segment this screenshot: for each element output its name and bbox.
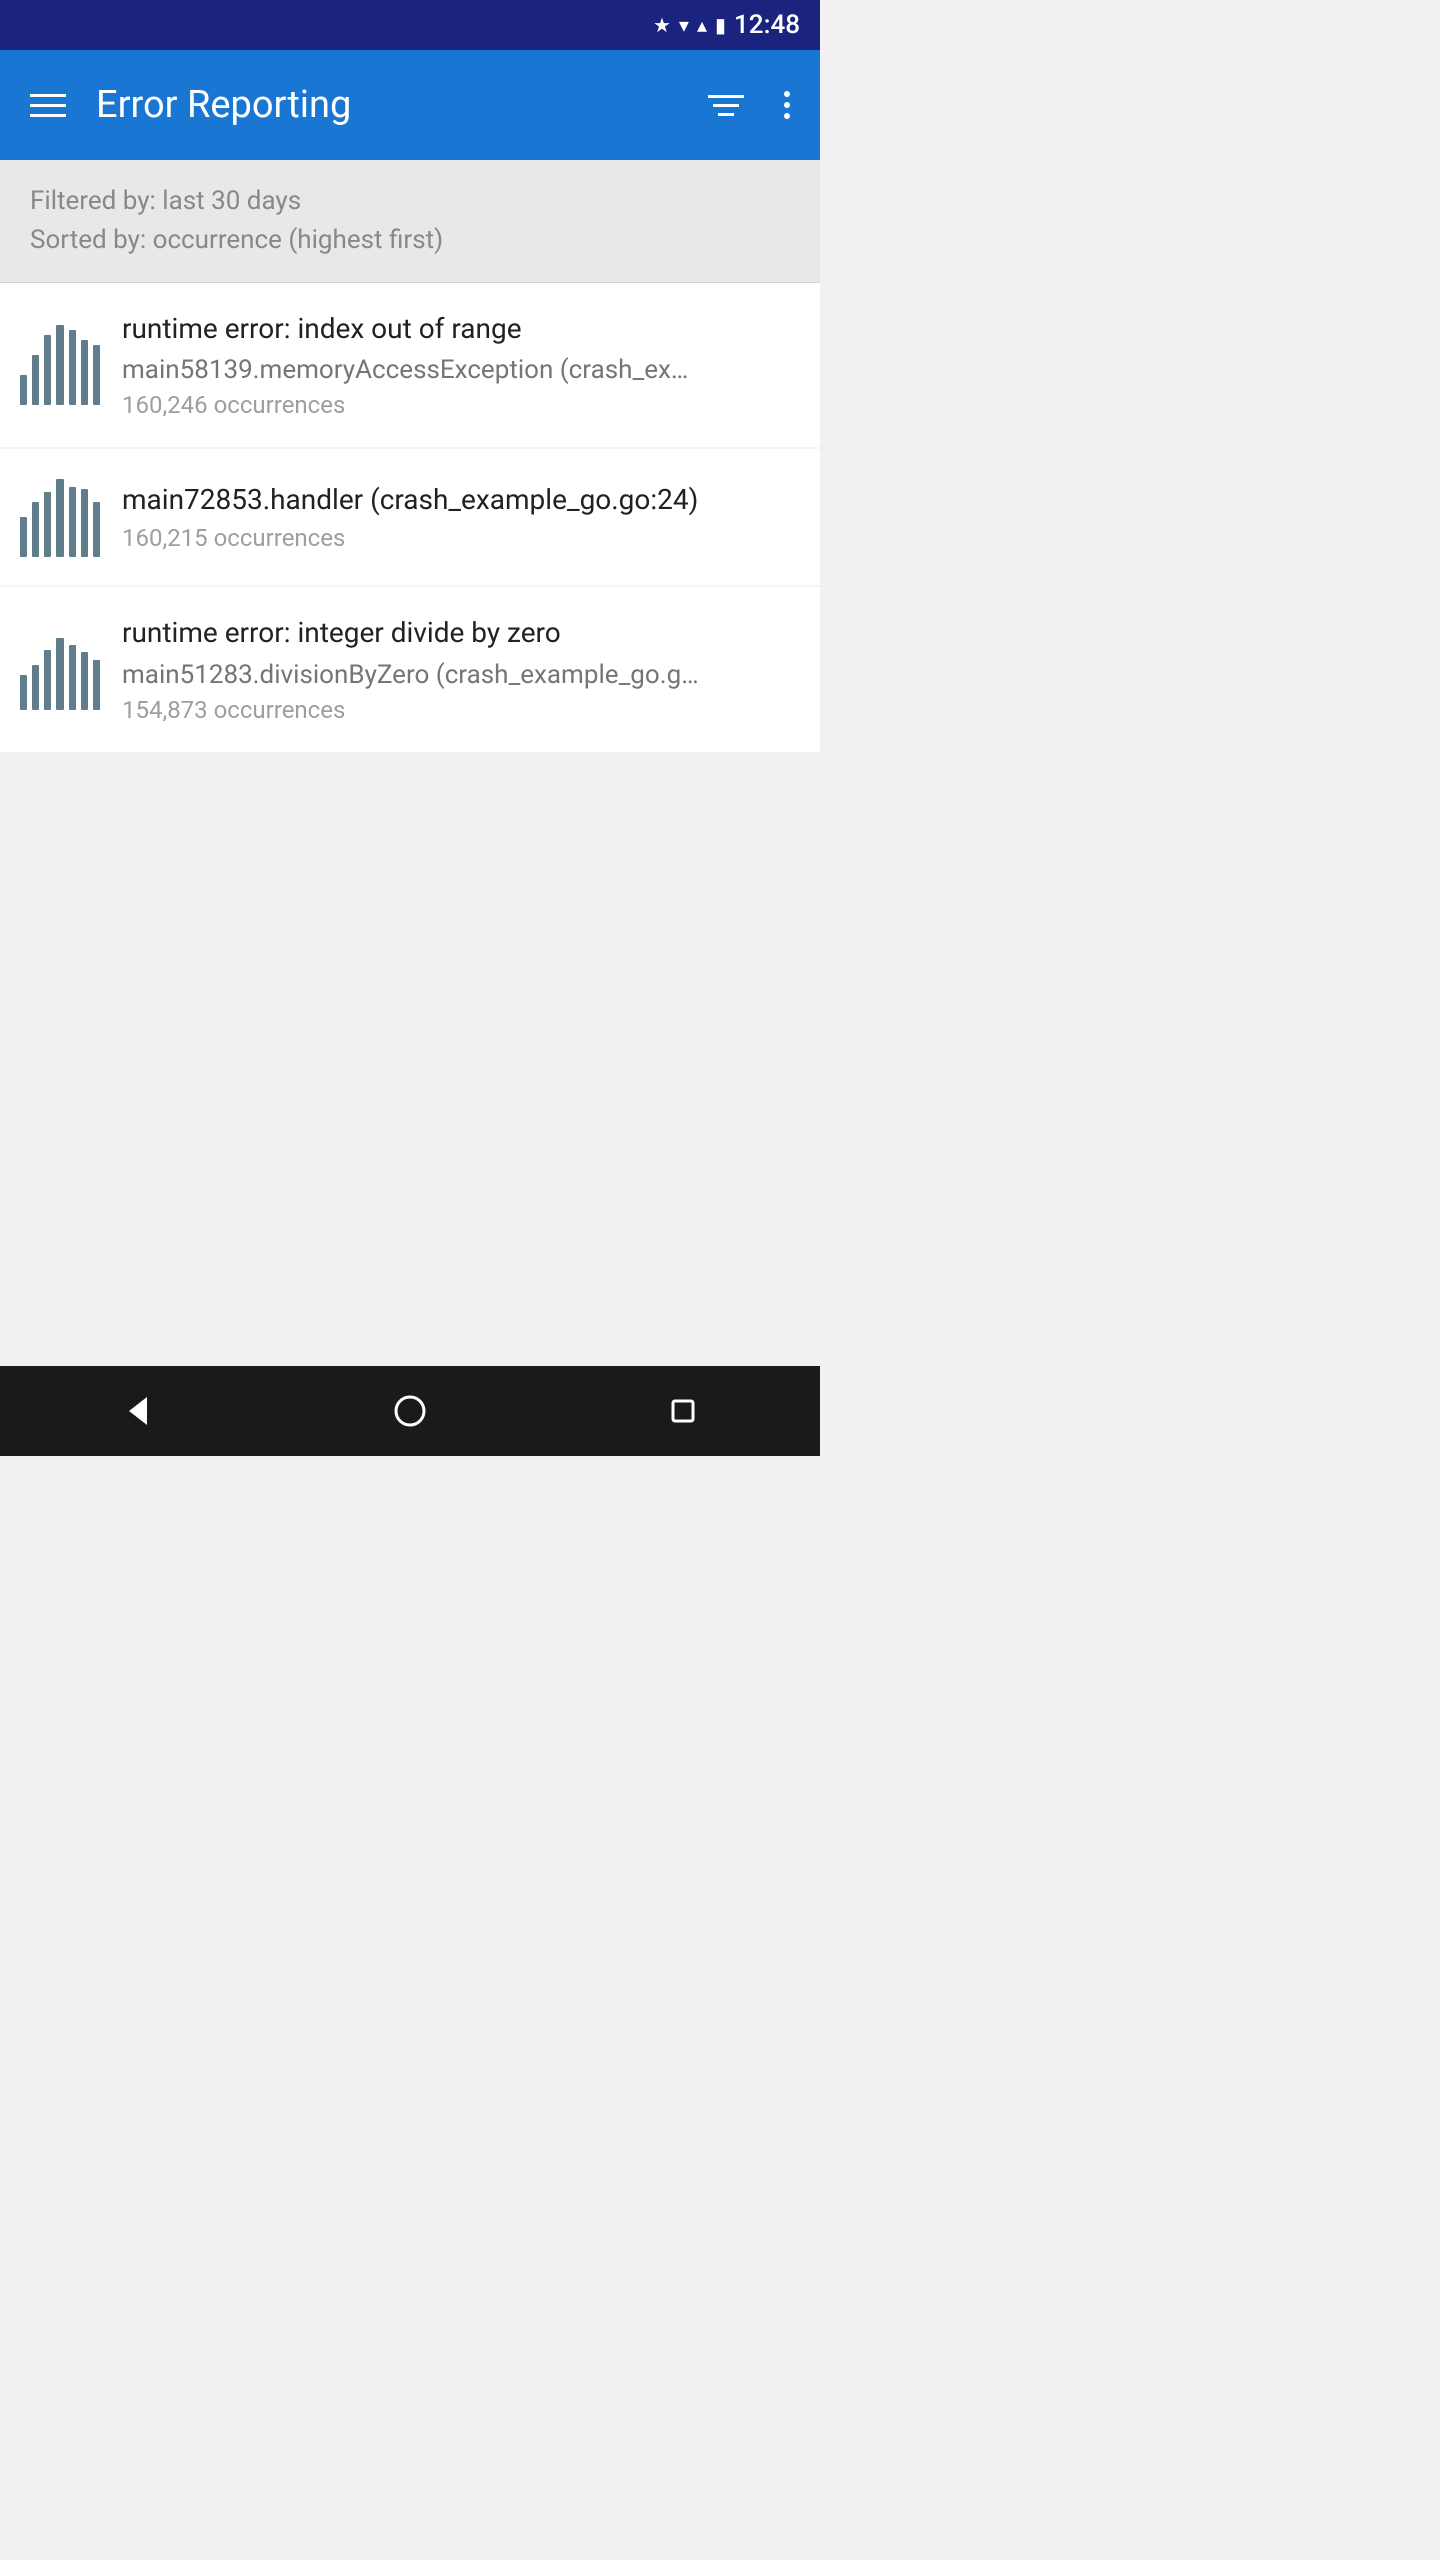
app-bar: Error Reporting: [0, 50, 820, 160]
filter-button[interactable]: [698, 85, 754, 126]
error-item-2[interactable]: main72853.handler (crash_example_go.go:2…: [0, 449, 820, 585]
error-occurrences-3: 154,873 occurrences: [122, 696, 800, 724]
status-time: 12:48: [734, 10, 800, 40]
status-bar: ★ ▾ ▴ ▮ 12:48: [0, 0, 820, 50]
home-button[interactable]: [380, 1381, 440, 1441]
sorted-by-text: Sorted by: occurrence (highest first): [30, 221, 790, 260]
error-content-1: runtime error: index out of range main58…: [122, 311, 800, 419]
error-chart-3: [20, 630, 100, 710]
error-item-3[interactable]: runtime error: integer divide by zero ma…: [0, 587, 820, 751]
signal-icon: ▴: [697, 13, 707, 37]
error-occurrences-1: 160,246 occurrences: [122, 391, 800, 419]
recent-apps-button[interactable]: [653, 1381, 713, 1441]
menu-button[interactable]: [20, 84, 76, 127]
error-occurrences-2: 160,215 occurrences: [122, 524, 800, 552]
filtered-by-text: Filtered by: last 30 days: [30, 182, 790, 221]
wifi-icon: ▾: [679, 13, 689, 37]
error-content-3: runtime error: integer divide by zero ma…: [122, 615, 800, 723]
back-button[interactable]: [107, 1381, 167, 1441]
error-title-1: runtime error: index out of range: [122, 311, 800, 347]
error-item-1[interactable]: runtime error: index out of range main58…: [0, 283, 820, 447]
filter-icon: [708, 95, 744, 116]
bluetooth-icon: ★: [653, 13, 671, 37]
status-icons: ★ ▾ ▴ ▮ 12:48: [653, 10, 800, 40]
error-detail-1: main58139.memoryAccessException (crash_e…: [122, 355, 702, 385]
nav-bar: [0, 1366, 820, 1456]
error-chart-2: [20, 477, 100, 557]
error-title-3: runtime error: integer divide by zero: [122, 615, 800, 651]
error-list: runtime error: index out of range main58…: [0, 283, 820, 752]
battery-icon: ▮: [715, 13, 726, 37]
error-chart-1: [20, 325, 100, 405]
error-content-2: main72853.handler (crash_example_go.go:2…: [122, 483, 800, 552]
error-detail-2: main72853.handler (crash_example_go.go:2…: [122, 483, 702, 516]
filter-bar: Filtered by: last 30 days Sorted by: occ…: [0, 160, 820, 283]
page-title: Error Reporting: [96, 83, 678, 127]
more-options-button[interactable]: [774, 81, 800, 129]
error-detail-3: main51283.divisionByZero (crash_example_…: [122, 660, 702, 690]
